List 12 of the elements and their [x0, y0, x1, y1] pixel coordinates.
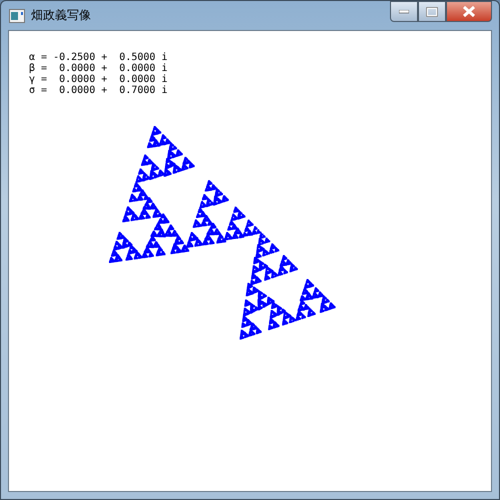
maximize-icon	[426, 6, 438, 16]
maximize-button[interactable]	[418, 1, 446, 22]
minimize-icon	[399, 10, 409, 14]
app-icon	[9, 8, 25, 22]
close-icon	[462, 6, 476, 17]
parameter-line: α = -0.2500 + 0.5000 i	[29, 52, 168, 63]
parameter-line: γ = 0.0000 + 0.0000 i	[29, 74, 168, 85]
minimize-button[interactable]	[390, 1, 418, 22]
parameter-line: σ = 0.0000 + 0.7000 i	[29, 85, 168, 96]
parameter-line: β = 0.0000 + 0.0000 i	[29, 63, 168, 74]
window-title: 畑政義写像	[31, 7, 91, 24]
close-button[interactable]	[446, 1, 492, 22]
